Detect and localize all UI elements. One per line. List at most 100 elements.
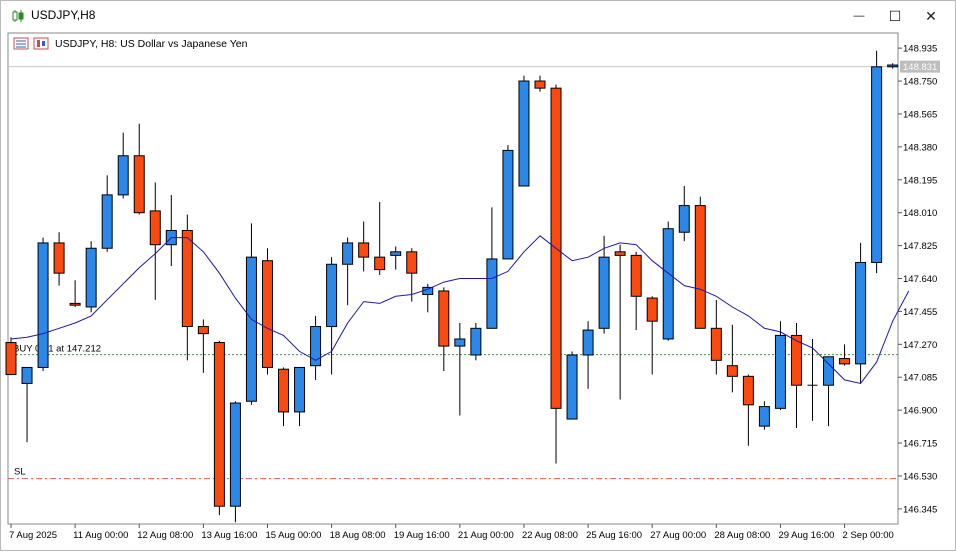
candle (213, 340, 225, 516)
x-tick-label: 2 Sep 00:00 (843, 530, 894, 541)
candle-body (197, 326, 209, 335)
minimize-button[interactable]: — (844, 5, 874, 27)
candle-body (598, 256, 610, 329)
candle-body (502, 149, 514, 260)
close-icon: ✕ (925, 7, 937, 24)
candle-body (133, 155, 145, 214)
price-axis[interactable]: 148.935 148.750 148.565 148.380 148.195 148.0… (898, 44, 937, 516)
plot-border (7, 32, 899, 525)
y-tick-label: 147.825 (903, 241, 937, 252)
candle-body (85, 247, 97, 308)
candle-body (438, 290, 450, 347)
y-tick-label: 146.530 (903, 471, 937, 482)
candle (518, 75, 530, 187)
candle-body (534, 80, 546, 89)
y-tick-label: 147.085 (903, 373, 937, 384)
candle-body (5, 342, 17, 376)
chart-header-label: USDJPY, H8: US Dollar vs Japanese Yen (55, 38, 248, 50)
candle-body (245, 256, 257, 402)
x-tick-label: 18 Aug 08:00 (330, 530, 386, 541)
x-tick-label: 22 Aug 08:00 (522, 530, 578, 541)
candle (871, 50, 883, 274)
current-price-label: 148.831 (903, 62, 937, 73)
candle (855, 242, 867, 384)
close-button[interactable]: ✕ (916, 5, 946, 27)
candle-body (390, 251, 402, 256)
y-tick-label: 146.715 (903, 439, 937, 450)
candle (229, 401, 241, 523)
candle-body (470, 327, 482, 356)
candle-body (871, 66, 883, 263)
candlestick-app-icon (12, 10, 24, 22)
chart-area[interactable]: USDJPY, H8: US Dollar vs Japanese Yen 14… (1, 31, 955, 550)
candle (694, 196, 706, 329)
candle-body (181, 229, 193, 328)
candle-body (21, 366, 33, 384)
y-tick-label: 148.565 (903, 109, 937, 120)
candle (37, 237, 49, 372)
candle-body (582, 329, 594, 356)
candle-body (887, 64, 899, 68)
y-tick-label: 148.380 (903, 142, 937, 153)
candle-body (646, 297, 658, 322)
candle-body (790, 334, 802, 386)
candle-body (213, 342, 225, 507)
chart-type-icon[interactable] (33, 37, 49, 50)
y-tick-label: 148.010 (903, 208, 937, 219)
candle-body (37, 242, 49, 368)
candle (85, 241, 97, 313)
candle-body (726, 365, 738, 377)
stop-loss-label: SL (14, 467, 26, 478)
x-tick-label: 25 Aug 16:00 (586, 530, 642, 541)
y-tick-label: 147.455 (903, 307, 937, 318)
y-tick-label: 148.750 (903, 77, 937, 88)
x-tick-label: 15 Aug 00:00 (265, 530, 321, 541)
candle (261, 248, 273, 375)
candle-body (117, 155, 129, 196)
candle (5, 337, 17, 376)
candle-body (839, 358, 851, 365)
time-axis[interactable]: 7 Aug 2025 11 Aug 00:00 12 Aug 08:00 13 Aug… (9, 524, 894, 541)
candle-body (294, 366, 306, 413)
y-tick-label: 146.900 (903, 406, 937, 417)
candle (662, 221, 674, 341)
window-title: USDJPY,H8 (31, 8, 96, 22)
y-tick-label: 147.270 (903, 340, 937, 351)
candle (502, 145, 514, 260)
candle (566, 351, 578, 420)
candle-body (422, 286, 434, 296)
x-tick-label: 27 Aug 00:00 (650, 530, 706, 541)
candle-body (229, 402, 241, 507)
x-tick-label: 29 Aug 16:00 (778, 530, 834, 541)
candle-body (69, 302, 81, 306)
candle-body (101, 194, 113, 249)
candle-body (326, 263, 338, 328)
x-tick-label: 12 Aug 08:00 (137, 530, 193, 541)
candlestick-chart[interactable]: USDJPY, H8: US Dollar vs Japanese Yen 14… (1, 31, 955, 550)
title-bar[interactable]: USDJPY,H8 — ☐ ✕ (1, 1, 955, 31)
candle-body (630, 254, 642, 297)
maximize-button[interactable]: ☐ (880, 5, 910, 27)
maximize-icon: ☐ (888, 7, 902, 24)
buy-order-label: BUY 0.01 at 147.212 (13, 344, 101, 355)
candle-body (53, 242, 65, 274)
candle-body (742, 375, 754, 406)
current-price-marker: 148.831 (900, 60, 940, 73)
candle (550, 84, 562, 464)
candle-body (454, 338, 466, 347)
candle-body (278, 368, 290, 413)
candle-body (614, 251, 626, 256)
y-tick-label: 148.935 (903, 44, 937, 55)
candle-body (342, 242, 354, 265)
x-tick-label: 7 Aug 2025 (9, 530, 57, 541)
candle (470, 322, 482, 361)
candle-body (261, 260, 273, 368)
candle-body (374, 256, 386, 271)
x-tick-label: 19 Aug 16:00 (394, 530, 450, 541)
candle-body (758, 406, 770, 427)
candle-body (662, 228, 674, 340)
candle-body (855, 261, 867, 365)
candle-body (694, 205, 706, 329)
minimize-icon: — (853, 10, 865, 22)
candle-body (518, 80, 530, 187)
